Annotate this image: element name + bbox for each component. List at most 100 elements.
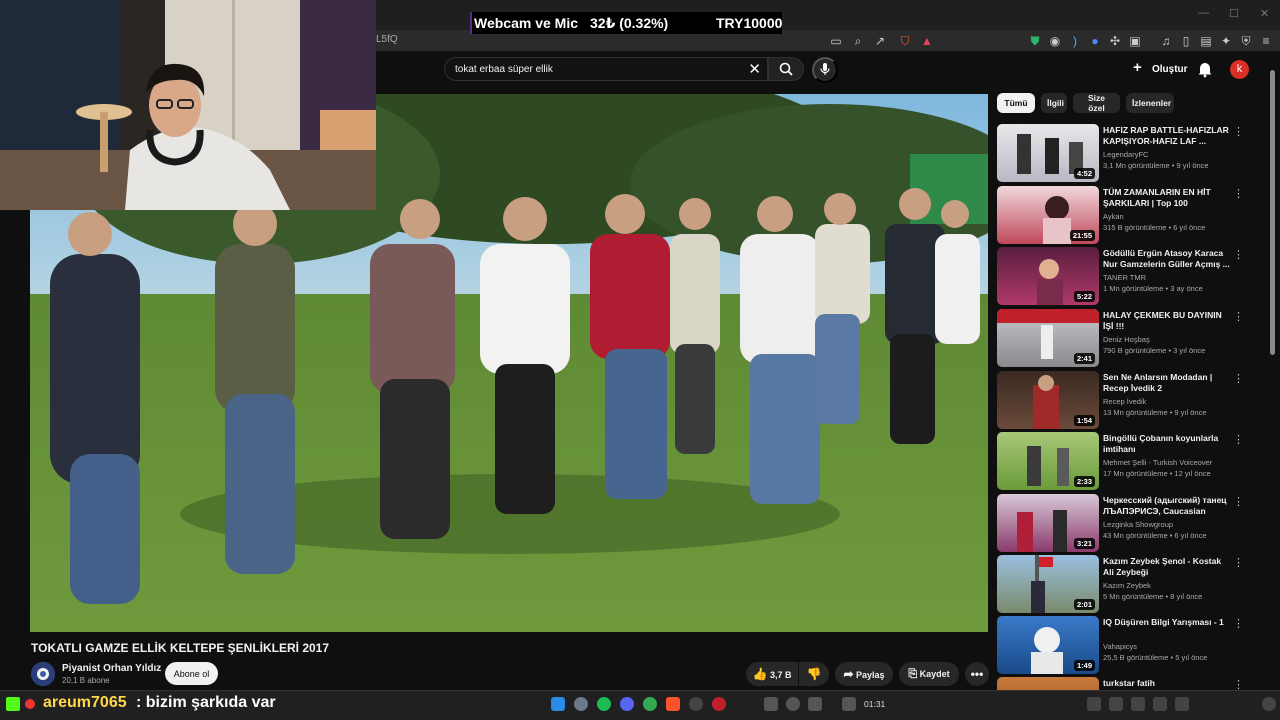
video-thumbnail[interactable] bbox=[997, 677, 1099, 690]
video-thumbnail[interactable]: 2:01 bbox=[997, 555, 1099, 613]
more-vertical-icon[interactable]: ⋮ bbox=[1233, 617, 1244, 630]
share-button[interactable]: ➦ Paylaş bbox=[835, 662, 893, 686]
recommendation-item[interactable]: 2:41 HALAY ÇEKMEK BU DAYININ İŞİ !!! Den… bbox=[997, 309, 1267, 367]
obs-icon[interactable] bbox=[689, 697, 703, 711]
volume-icon[interactable] bbox=[842, 697, 856, 711]
vpn-icon[interactable]: ⛨ bbox=[1238, 33, 1254, 49]
tray-icon[interactable] bbox=[764, 697, 778, 711]
recommendation-item[interactable]: 4:52 HAFIZ RAP BATTLE-HAFIZLAR KAPIŞIYOR… bbox=[997, 124, 1267, 182]
tray-icon[interactable] bbox=[1153, 697, 1167, 711]
chip-related[interactable]: İlgili bbox=[1041, 93, 1067, 113]
recommendation-item[interactable]: 1:49 IQ Düşüren Bilgi Yarışması - 1 Vaha… bbox=[997, 616, 1267, 674]
maximize-icon[interactable]: ☐ bbox=[1229, 7, 1239, 20]
create-button[interactable]: + Oluştur bbox=[1128, 57, 1188, 81]
like-button[interactable]: 👍 3,7 B bbox=[746, 662, 798, 686]
spotify-icon[interactable] bbox=[597, 697, 611, 711]
search-button[interactable] bbox=[768, 57, 804, 81]
more-vertical-icon[interactable]: ⋮ bbox=[1233, 495, 1244, 508]
more-vertical-icon[interactable]: ⋮ bbox=[1233, 248, 1244, 261]
notification-center-icon[interactable] bbox=[1262, 697, 1276, 711]
close-window-icon[interactable]: ✕ bbox=[1260, 7, 1269, 20]
more-vertical-icon[interactable]: ⋮ bbox=[1233, 433, 1244, 446]
channel-name[interactable]: Piyanist Orhan Yıldız bbox=[62, 663, 161, 674]
account-avatar[interactable]: k bbox=[1230, 60, 1249, 79]
scrollbar-thumb[interactable] bbox=[1270, 70, 1275, 355]
tray-icon[interactable] bbox=[1131, 697, 1145, 711]
clear-search-icon[interactable]: ✕ bbox=[748, 60, 761, 78]
video-thumbnail[interactable]: 21:55 bbox=[997, 186, 1099, 244]
tray-icon[interactable] bbox=[1175, 697, 1189, 711]
recommendation-item[interactable]: 1:54 Sen Ne Anlarsın Modadan | Recep İve… bbox=[997, 371, 1267, 429]
chip-all[interactable]: Tümü bbox=[997, 93, 1035, 113]
vpn-extension-icon[interactable]: ⛊ bbox=[1027, 33, 1043, 49]
more-actions-button[interactable]: ••• bbox=[965, 662, 989, 686]
recommendation-title: Bingöllü Çobanın koyunlarla imtihanı bbox=[1103, 433, 1219, 454]
leo-ai-icon[interactable]: ✦ bbox=[1218, 33, 1234, 49]
chip-watched[interactable]: İzlenenler bbox=[1126, 93, 1174, 113]
chrome-icon[interactable] bbox=[643, 697, 657, 711]
video-thumbnail[interactable]: 5:22 bbox=[997, 247, 1099, 305]
menu-icon[interactable]: ≡ bbox=[1258, 33, 1274, 49]
recommendation-item[interactable]: 5:22 Gödüllü Ergün Atasoy Karaca Nur Gam… bbox=[997, 247, 1267, 305]
wallet-icon[interactable]: ▤ bbox=[1198, 33, 1214, 49]
more-vertical-icon[interactable]: ⋮ bbox=[1233, 125, 1244, 138]
more-vertical-icon[interactable]: ⋮ bbox=[1233, 187, 1244, 200]
cast-icon[interactable]: ▭ bbox=[828, 33, 844, 49]
notifications-button[interactable] bbox=[1196, 60, 1214, 78]
thumbs-down-icon: 👎 bbox=[806, 667, 822, 681]
extension-icon[interactable]: ) bbox=[1067, 33, 1083, 49]
media-control-icon[interactable]: ♫ bbox=[1158, 33, 1174, 49]
app-icon[interactable] bbox=[574, 697, 588, 711]
more-vertical-icon[interactable]: ⋮ bbox=[1233, 310, 1244, 323]
recommendation-channel: Lezginka Showgroup bbox=[1103, 520, 1174, 529]
goal-label: Webcam ve Mic bbox=[474, 15, 579, 31]
headphones-icon[interactable] bbox=[786, 697, 800, 711]
brave-shield-icon[interactable]: ⛉ bbox=[897, 33, 913, 49]
tray-icon[interactable] bbox=[1087, 697, 1101, 711]
save-button[interactable]: ⎘ Kaydet bbox=[899, 662, 959, 686]
dislike-button[interactable]: 👎 bbox=[799, 662, 829, 686]
recommendation-item[interactable]: turkstar fatih ⋮ bbox=[997, 677, 1267, 690]
subscribe-button[interactable]: Abone ol bbox=[165, 662, 218, 685]
video-thumbnail[interactable]: 1:54 bbox=[997, 371, 1099, 429]
extension-icon[interactable]: ● bbox=[1087, 33, 1103, 49]
extension-icon[interactable]: ▣ bbox=[1127, 33, 1143, 49]
recommendation-item[interactable]: 3:21 Черкесский (адыгский) танец ЛЪАПЭРИ… bbox=[997, 494, 1267, 552]
thumbs-up-icon: 👍 bbox=[752, 667, 768, 681]
zoom-icon[interactable]: ⌕ bbox=[850, 33, 866, 49]
video-thumbnail[interactable]: 2:33 bbox=[997, 432, 1099, 490]
donation-goal-banner: Webcam ve Mic 32₺ (0.32%) TRY10000 bbox=[470, 12, 782, 34]
video-thumbnail[interactable]: 1:49 bbox=[997, 616, 1099, 674]
voice-search-button[interactable] bbox=[812, 57, 838, 83]
more-vertical-icon[interactable]: ⋮ bbox=[1233, 372, 1244, 385]
discord-icon[interactable] bbox=[620, 697, 634, 711]
recommendation-item[interactable]: 21:55 TÜM ZAMANLARIN EN HİT ŞARKILARI | … bbox=[997, 186, 1267, 244]
recommendation-meta: 43 Mn görüntüleme • 6 yıl önce bbox=[1103, 531, 1207, 540]
extension-icon[interactable]: ◉ bbox=[1047, 33, 1063, 49]
search-input[interactable]: tokat erbaa süper ellik ✕ bbox=[444, 57, 768, 81]
app-icon[interactable] bbox=[712, 697, 726, 711]
share-page-icon[interactable]: ↗ bbox=[872, 33, 888, 49]
minimize-icon[interactable]: — bbox=[1198, 7, 1209, 19]
duration-badge: 2:33 bbox=[1073, 476, 1095, 487]
recommendation-title: Sen Ne Anlarsın Modadan | Recep İvedik 2 bbox=[1103, 372, 1213, 393]
recommendation-item[interactable]: 2:33 Bingöllü Çobanın koyunlarla imtihan… bbox=[997, 432, 1267, 490]
channel-avatar[interactable] bbox=[31, 662, 55, 686]
brave-rewards-icon[interactable]: ▲ bbox=[919, 33, 935, 49]
extensions-puzzle-icon[interactable]: ✣ bbox=[1107, 33, 1123, 49]
more-horizontal-icon: ••• bbox=[970, 667, 984, 681]
more-vertical-icon[interactable]: ⋮ bbox=[1233, 556, 1244, 569]
video-thumbnail[interactable]: 3:21 bbox=[997, 494, 1099, 552]
start-menu-icon[interactable] bbox=[551, 697, 565, 711]
video-thumbnail[interactable]: 2:41 bbox=[997, 309, 1099, 367]
brave-icon[interactable] bbox=[666, 697, 680, 711]
chip-for-you[interactable]: Size özel bbox=[1073, 93, 1120, 113]
video-thumbnail[interactable]: 4:52 bbox=[997, 124, 1099, 182]
sidebar-toggle-icon[interactable]: ▯ bbox=[1178, 33, 1194, 49]
more-vertical-icon[interactable]: ⋮ bbox=[1233, 678, 1244, 690]
recommendation-item[interactable]: 2:01 Kazım Zeybek Şenol - Kostak Ali Zey… bbox=[997, 555, 1267, 613]
clock[interactable]: 01:31 bbox=[864, 699, 885, 709]
tray-icon[interactable] bbox=[1109, 697, 1123, 711]
microphone-tray-icon[interactable] bbox=[808, 697, 822, 711]
duration-badge: 1:49 bbox=[1073, 660, 1095, 671]
